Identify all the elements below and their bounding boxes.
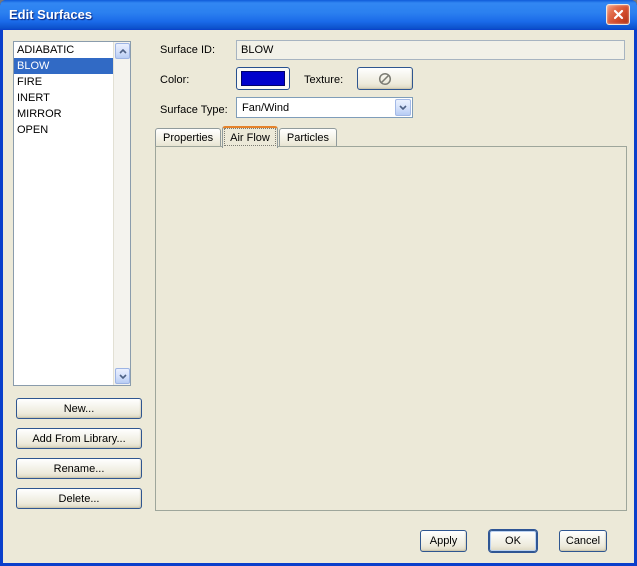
rename-button[interactable]: Rename... xyxy=(16,458,142,479)
tab-air-flow[interactable]: Air Flow xyxy=(222,126,278,148)
list-scrollbar[interactable] xyxy=(113,42,130,385)
tab-particles[interactable]: Particles xyxy=(279,128,337,147)
chevron-down-icon xyxy=(119,374,127,379)
color-label: Color: xyxy=(160,74,189,86)
ok-button[interactable]: OK xyxy=(489,530,537,552)
chevron-up-icon xyxy=(119,49,127,54)
window-title: Edit Surfaces xyxy=(9,7,92,22)
cancel-button[interactable]: Cancel xyxy=(559,530,607,552)
close-icon xyxy=(613,9,624,20)
surface-type-dropdown-button[interactable] xyxy=(395,99,411,116)
close-button[interactable] xyxy=(606,4,630,25)
surface-list-items: ADIABATIC BLOW FIRE INERT MIRROR OPEN xyxy=(14,42,113,385)
no-texture-icon xyxy=(378,72,392,86)
scroll-up-button[interactable] xyxy=(115,43,130,59)
texture-label: Texture: xyxy=(304,74,343,86)
surface-id-field[interactable]: BLOW xyxy=(236,40,625,60)
surface-list[interactable]: ADIABATIC BLOW FIRE INERT MIRROR OPEN xyxy=(13,41,131,386)
list-item-selected[interactable]: BLOW xyxy=(14,58,113,74)
surface-type-label: Surface Type: xyxy=(160,104,228,116)
add-from-library-button[interactable]: Add From Library... xyxy=(16,428,142,449)
list-item[interactable]: MIRROR xyxy=(14,106,113,122)
list-item[interactable]: INERT xyxy=(14,90,113,106)
tab-bar: Properties Air Flow Particles xyxy=(155,125,338,147)
delete-button[interactable]: Delete... xyxy=(16,488,142,509)
surface-type-combo[interactable]: Fan/Wind xyxy=(236,97,413,118)
color-swatch xyxy=(241,71,285,86)
texture-button[interactable] xyxy=(357,67,413,90)
air-flow-tab-panel xyxy=(155,146,627,511)
title-bar[interactable]: Edit Surfaces xyxy=(0,0,637,30)
edit-surfaces-dialog: Edit Surfaces ADIABATIC BLOW FIRE INERT … xyxy=(0,0,637,566)
color-button[interactable] xyxy=(236,67,290,90)
list-item[interactable]: OPEN xyxy=(14,122,113,138)
list-item[interactable]: ADIABATIC xyxy=(14,42,113,58)
chevron-down-icon xyxy=(399,105,407,110)
tab-properties[interactable]: Properties xyxy=(155,128,221,147)
surface-type-value: Fan/Wind xyxy=(242,102,289,114)
new-button[interactable]: New... xyxy=(16,398,142,419)
list-item[interactable]: FIRE xyxy=(14,74,113,90)
surface-id-label: Surface ID: xyxy=(160,44,215,56)
scroll-down-button[interactable] xyxy=(115,368,130,384)
apply-button[interactable]: Apply xyxy=(420,530,467,552)
